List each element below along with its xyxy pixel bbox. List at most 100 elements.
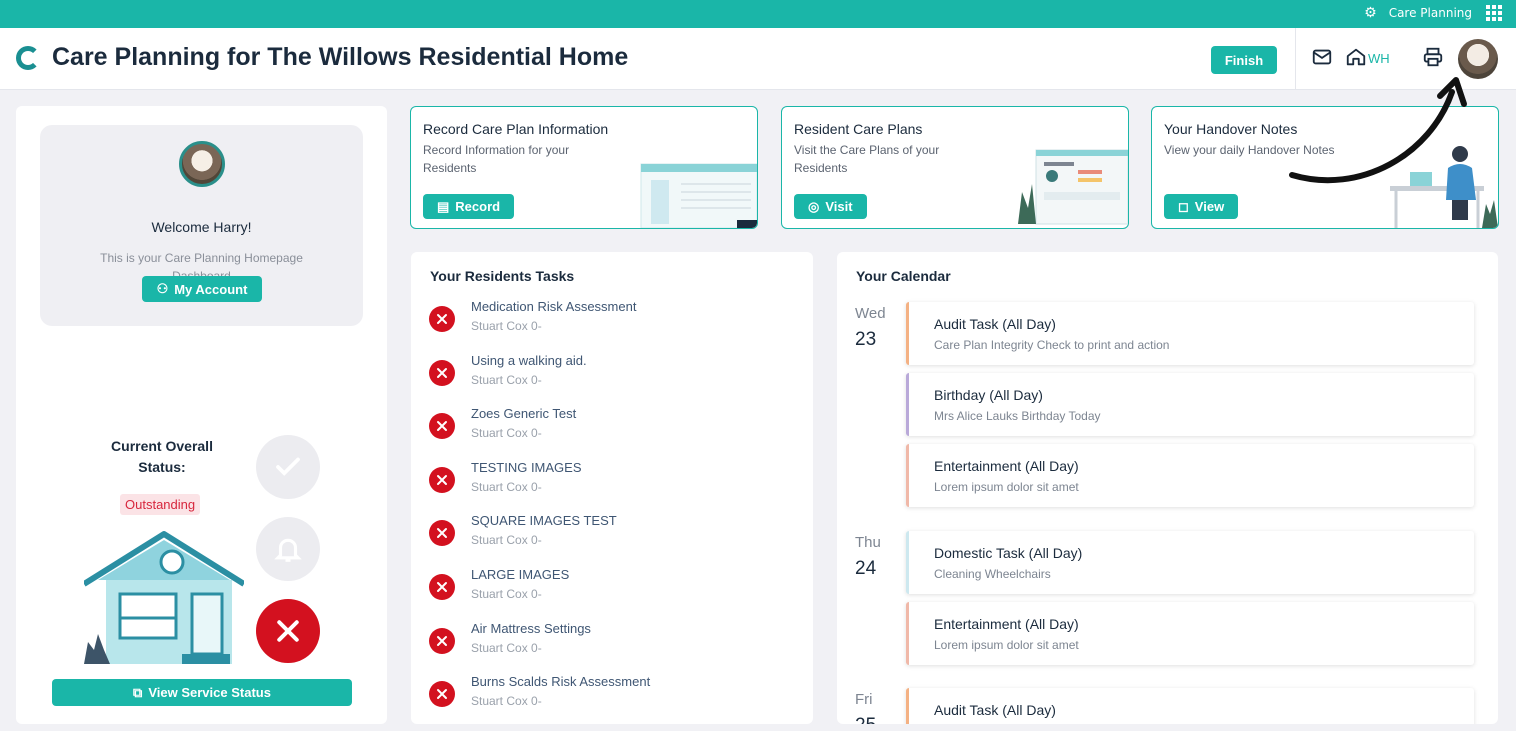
event-title: Entertainment (All Day) <box>934 458 1079 474</box>
view-button[interactable]: ◻ View <box>1164 194 1239 219</box>
user-avatar[interactable] <box>1458 39 1498 79</box>
task-item[interactable]: LARGE IMAGES Stuart Cox 0- <box>429 567 799 611</box>
status-bell-circle <box>256 517 320 581</box>
calendar-event[interactable]: Birthday (All Day) Mrs Alice Lauks Birthd… <box>906 373 1474 436</box>
task-resident: Stuart Cox 0- <box>471 426 542 441</box>
task-resident: Stuart Cox 0- <box>471 533 542 548</box>
status-check-circle <box>256 435 320 499</box>
event-title: Domestic Task (All Day) <box>934 545 1083 561</box>
task-item[interactable]: Using a walking aid. Stuart Cox 0- <box>429 353 799 397</box>
task-name[interactable]: Air Mattress Settings <box>471 621 591 636</box>
top-bar: ⚙ Care Planning <box>0 0 1516 28</box>
header-divider <box>1295 28 1296 90</box>
event-description: Mrs Alice Lauks Birthday Today <box>934 409 1101 423</box>
day-name: Fri <box>855 691 873 708</box>
task-resident: Stuart Cox 0- <box>471 640 542 655</box>
view-service-status-label: View Service Status <box>148 685 271 700</box>
close-icon <box>429 520 455 547</box>
view-service-status-button[interactable]: ⧉ View Service Status <box>52 679 352 706</box>
task-item[interactable]: Burns Scalds Risk Assessment Stuart Cox 0… <box>429 674 799 718</box>
event-title: Entertainment (All Day) <box>934 616 1079 632</box>
calendar-event[interactable]: Audit Task (All Day) Care Plan Integrity … <box>906 302 1474 365</box>
task-name[interactable]: LARGE IMAGES <box>471 567 569 582</box>
record-card: Record Care Plan Information Record Info… <box>410 106 758 229</box>
day-name: Thu <box>855 534 881 551</box>
profile-panel: Welcome Harry! This is your Care Plannin… <box>16 106 387 724</box>
header: Care Planning for The Willows Residentia… <box>0 28 1516 90</box>
card-description: Visit the Care Plans of your Residents <box>794 143 940 175</box>
apps-grid-icon[interactable] <box>1486 5 1502 21</box>
close-icon <box>429 574 455 600</box>
app-name[interactable]: Care Planning <box>1389 6 1472 20</box>
card-title: Your Handover Notes <box>1164 121 1298 137</box>
card-description: View your daily Handover Notes <box>1164 143 1335 157</box>
task-name[interactable]: Using a walking aid. <box>471 353 587 368</box>
task-resident: Stuart Cox 0- <box>471 587 542 601</box>
calendar-event[interactable]: Domestic Task (All Day) Cleaning Wheelcha… <box>906 531 1474 594</box>
status-x-circle <box>256 599 320 663</box>
welcome-avatar <box>179 141 225 187</box>
record-label: Record <box>455 199 501 214</box>
status-badge: Outstanding <box>120 494 201 515</box>
handover-card: Your Handover Notes View your daily Hand… <box>1151 106 1499 229</box>
close-icon <box>429 466 455 493</box>
record-illustration <box>640 163 757 228</box>
day-number: 25 <box>855 715 876 724</box>
task-resident: Stuart Cox 0- <box>471 372 542 387</box>
task-resident: Stuart Cox 0- <box>471 319 542 333</box>
event-description: Cleaning Wheelchairs <box>934 567 1051 581</box>
visit-icon: ◎ <box>808 198 820 214</box>
task-item[interactable]: Medication Risk Assessment Stuart Cox 0- <box>429 299 799 343</box>
close-icon <box>277 620 299 642</box>
app-logo[interactable] <box>14 44 42 72</box>
app-switcher[interactable]: ⚙ Care Planning <box>1364 5 1502 21</box>
care-plans-card: Resident Care Plans Visit the Care Plans… <box>781 106 1129 229</box>
calendar-event[interactable]: Audit Task (All Day) <box>906 688 1474 724</box>
finish-button[interactable]: Finish <box>1211 46 1277 74</box>
event-title: Audit Task (All Day) <box>934 702 1056 718</box>
task-name[interactable]: Zoes Generic Test <box>471 406 576 421</box>
my-account-button[interactable]: ⚇ My Account <box>142 276 262 302</box>
print-icon[interactable] <box>1422 46 1444 68</box>
care-plan-illustration <box>1018 149 1128 225</box>
event-description: Lorem ipsum dolor sit amet <box>934 638 1079 652</box>
card-title: Record Care Plan Information <box>423 121 609 137</box>
home-abbr[interactable]: WH <box>1368 51 1390 66</box>
close-icon <box>429 681 455 708</box>
task-resident: Stuart Cox 0- <box>471 479 542 494</box>
task-resident: Stuart Cox 0- <box>471 694 542 709</box>
visit-button[interactable]: ◎ Visit <box>794 194 867 219</box>
home-icon[interactable] <box>1345 46 1367 68</box>
calendar-title: Your Calendar <box>856 268 951 284</box>
task-item[interactable]: Air Mattress Settings Stuart Cox 0- <box>429 621 799 665</box>
task-name[interactable]: SQUARE IMAGES TEST <box>471 513 617 528</box>
house-illustration <box>84 531 244 664</box>
day-number: 23 <box>855 329 877 350</box>
gear-icon[interactable]: ⚙ <box>1364 5 1377 21</box>
status-label: Current Overall Status: <box>111 438 213 475</box>
visit-label: Visit <box>825 199 853 214</box>
task-item[interactable]: TESTING IMAGES Stuart Cox 0- <box>429 460 799 504</box>
mail-icon[interactable] <box>1311 46 1333 68</box>
task-item[interactable]: SQUARE IMAGES TEST Stuart Cox 0- <box>429 513 799 557</box>
calendar-event[interactable]: Entertainment (All Day) Lorem ipsum dolor… <box>906 602 1474 665</box>
record-icon: ▤ <box>437 198 450 214</box>
event-title: Birthday (All Day) <box>934 387 1043 403</box>
card-title: Resident Care Plans <box>794 121 923 137</box>
check-icon <box>276 457 300 476</box>
task-name[interactable]: Medication Risk Assessment <box>471 299 636 314</box>
task-item[interactable]: Zoes Generic Test Stuart Cox 0- <box>429 406 799 450</box>
calendar-event[interactable]: Entertainment (All Day) Lorem ipsum dolor… <box>906 444 1474 507</box>
day-number: 24 <box>855 558 877 579</box>
close-icon <box>429 627 455 654</box>
close-icon <box>429 359 455 386</box>
record-button[interactable]: ▤ Record <box>423 194 515 219</box>
task-name[interactable]: Burns Scalds Risk Assessment <box>471 674 650 689</box>
view-label: View <box>1194 199 1225 214</box>
users-icon: ⚇ <box>156 281 169 296</box>
card-description: Record Information for your Residents <box>423 143 570 175</box>
task-name[interactable]: TESTING IMAGES <box>471 460 582 475</box>
event-description: Care Plan Integrity Check to print and a… <box>934 338 1170 352</box>
welcome-box: Welcome Harry! This is your Care Plannin… <box>40 125 363 326</box>
day-name: Wed <box>855 305 886 322</box>
